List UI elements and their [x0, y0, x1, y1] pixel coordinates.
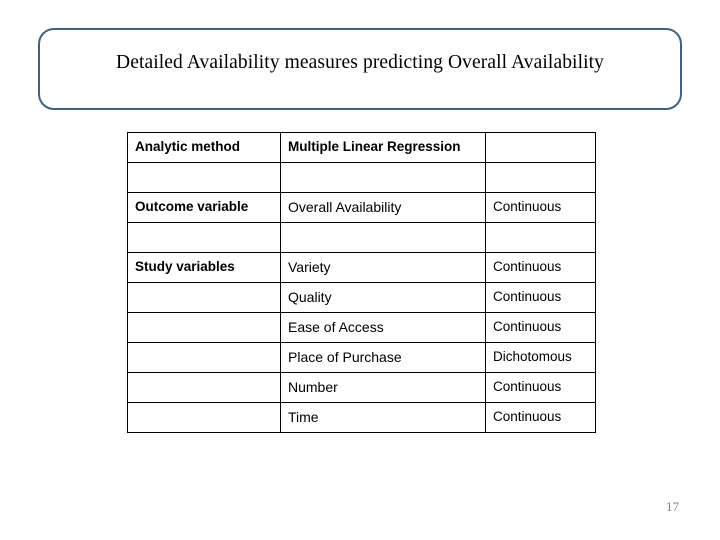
- table-row: Time Continuous: [127, 402, 596, 433]
- row-type: Continuous: [493, 259, 562, 275]
- table-row: Place of Purchase Dichotomous: [127, 342, 596, 373]
- table-cell-value: Place of Purchase: [280, 342, 486, 373]
- table-cell-label: Analytic method: [127, 132, 281, 163]
- row-type: Continuous: [493, 199, 562, 215]
- row-value: Variety: [288, 258, 331, 275]
- table-cell-type: [485, 132, 596, 163]
- row-label: Outcome variable: [135, 199, 249, 215]
- slide-number: 17: [666, 499, 679, 514]
- table-cell-label: [127, 402, 281, 433]
- row-label: [128, 324, 280, 332]
- table-cell-label: [127, 312, 281, 343]
- title-banner: Detailed Availability measures predictin…: [38, 28, 682, 110]
- row-value: Multiple Linear Regression: [288, 139, 461, 155]
- row-value: Time: [288, 408, 319, 425]
- row-type: Continuous: [493, 289, 562, 305]
- table-cell-label: [127, 222, 281, 253]
- row-label: [128, 174, 280, 182]
- table-cell-type: Continuous: [485, 402, 596, 433]
- table-cell-label: [127, 162, 281, 193]
- row-type: Continuous: [493, 319, 562, 335]
- table-cell-label: [127, 282, 281, 313]
- row-label: [128, 294, 280, 302]
- row-value: [281, 174, 485, 182]
- table-cell-type: Dichotomous: [485, 342, 596, 373]
- table-row: Analytic method Multiple Linear Regressi…: [127, 132, 596, 163]
- row-label: [128, 414, 280, 422]
- table-row: Study variables Variety Continuous: [127, 252, 596, 283]
- variables-table: Analytic method Multiple Linear Regressi…: [127, 132, 596, 433]
- table-cell-label: [127, 342, 281, 373]
- row-label: [128, 234, 280, 242]
- row-type: [486, 234, 595, 242]
- table-cell-value: Ease of Access: [280, 312, 486, 343]
- table-cell-value: Time: [280, 402, 486, 433]
- table-cell-value: [280, 222, 486, 253]
- table-cell-type: Continuous: [485, 192, 596, 223]
- table-row: Ease of Access Continuous: [127, 312, 596, 343]
- row-type: [486, 174, 595, 182]
- row-type: Continuous: [493, 409, 562, 425]
- variables-table-container: Analytic method Multiple Linear Regressi…: [127, 132, 596, 433]
- table-cell-type: Continuous: [485, 312, 596, 343]
- table-cell-label: Study variables: [127, 252, 281, 283]
- row-label: [128, 354, 280, 362]
- row-label: Analytic method: [135, 139, 241, 155]
- row-label: [128, 384, 280, 392]
- row-type: [486, 144, 595, 152]
- table-cell-type: Continuous: [485, 252, 596, 283]
- row-value: Ease of Access: [288, 318, 384, 335]
- table-cell-type: Continuous: [485, 372, 596, 403]
- table-row: [127, 222, 596, 253]
- table-cell-type: Continuous: [485, 282, 596, 313]
- table-row: Quality Continuous: [127, 282, 596, 313]
- row-type: Dichotomous: [493, 349, 572, 365]
- row-value: Overall Availability: [288, 198, 402, 215]
- row-value: [281, 234, 485, 242]
- table-cell-label: [127, 372, 281, 403]
- row-value: Quality: [288, 288, 332, 305]
- row-value: Number: [288, 378, 338, 395]
- table-cell-value: Number: [280, 372, 486, 403]
- table-cell-value: Variety: [280, 252, 486, 283]
- table-row: [127, 162, 596, 193]
- table-cell-value: Overall Availability: [280, 192, 486, 223]
- table-row: Outcome variable Overall Availability Co…: [127, 192, 596, 223]
- page-title: Detailed Availability measures predictin…: [116, 52, 604, 73]
- table-cell-value: [280, 162, 486, 193]
- table-cell-label: Outcome variable: [127, 192, 281, 223]
- table-cell-value: Quality: [280, 282, 486, 313]
- table-row: Number Continuous: [127, 372, 596, 403]
- table-cell-value: Multiple Linear Regression: [280, 132, 486, 163]
- row-value: Place of Purchase: [288, 348, 402, 365]
- row-label: Study variables: [135, 259, 235, 275]
- table-cell-type: [485, 222, 596, 253]
- table-cell-type: [485, 162, 596, 193]
- row-type: Continuous: [493, 379, 562, 395]
- table-body: Analytic method Multiple Linear Regressi…: [127, 132, 596, 433]
